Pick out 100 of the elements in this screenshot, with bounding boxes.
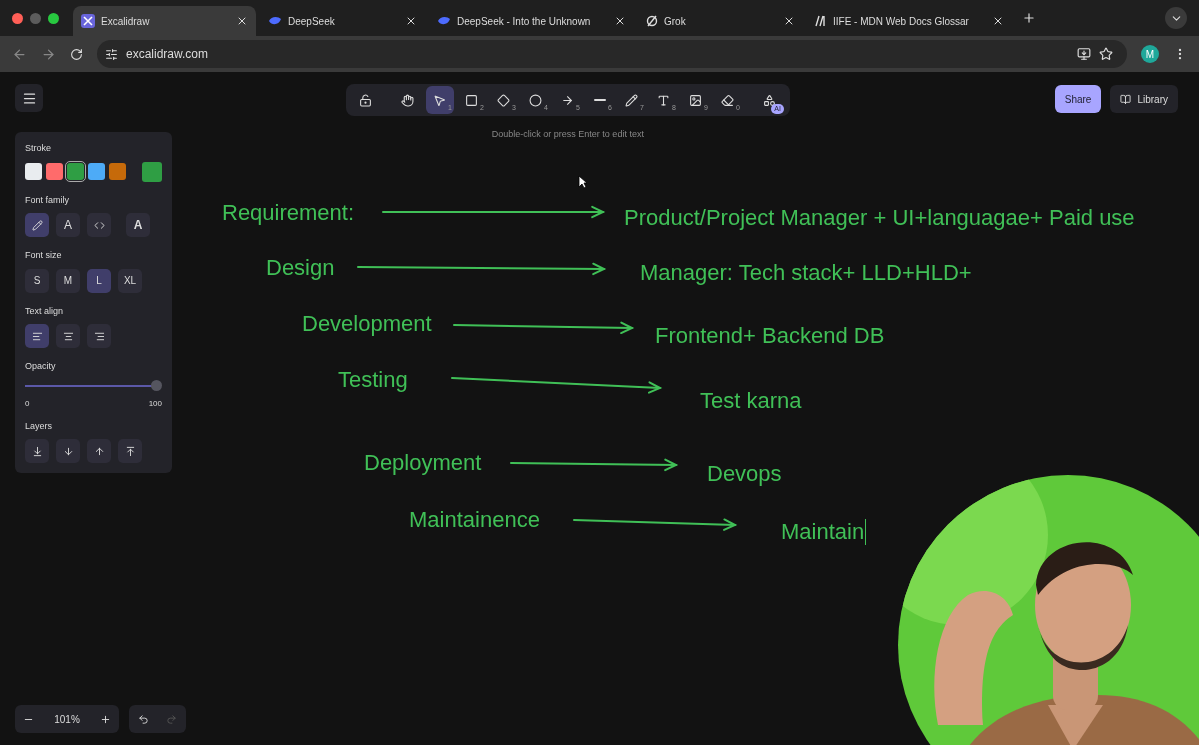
bookmark-icon[interactable]	[1099, 47, 1113, 61]
tab-title: DeepSeek - Into the Unknown	[457, 14, 592, 29]
close-window-button[interactable]	[12, 12, 23, 24]
zoom-level[interactable]: 101%	[54, 711, 80, 727]
slider-thumb[interactable]	[151, 380, 162, 391]
site-settings-icon[interactable]	[105, 47, 118, 61]
rectangle-icon	[465, 93, 479, 107]
handwritten-label: Development	[302, 311, 432, 337]
browser-tab[interactable]: IIFE - MDN Web Docs Glossar	[807, 6, 1012, 36]
opacity-slider[interactable]	[25, 379, 162, 392]
forward-icon	[93, 445, 105, 457]
undo-icon[interactable]	[137, 713, 149, 725]
section-title: Opacity	[25, 360, 57, 373]
mdn-logo-icon	[815, 15, 827, 27]
font-size-option[interactable]: S	[25, 268, 49, 293]
layer-button[interactable]	[25, 439, 49, 463]
share-button[interactable]: Share	[1054, 85, 1102, 113]
layer-button[interactable]	[87, 439, 111, 463]
select-icon	[433, 93, 447, 107]
line-icon	[593, 99, 606, 101]
layer-button[interactable]	[56, 439, 80, 463]
layer-button[interactable]	[118, 439, 142, 463]
browser-tab[interactable]: Grok	[638, 6, 803, 36]
section-title: Font size	[25, 249, 63, 262]
font-size-option[interactable]: L	[87, 268, 111, 293]
font-option[interactable]: A	[126, 213, 150, 237]
handwritten-label: Deployment	[364, 450, 482, 476]
handwritten-text: Frontend+ Backend DB	[655, 323, 885, 349]
font-option[interactable]	[25, 213, 49, 237]
section-title: Stroke	[25, 142, 52, 155]
tab-title: DeepSeek	[288, 14, 336, 29]
browser-tab[interactable]: Excalidraw	[73, 6, 256, 36]
browser-tab[interactable]: DeepSeek - Into the Unknown	[429, 6, 634, 36]
tab-title: Grok	[664, 14, 687, 29]
maximize-window-button[interactable]	[48, 12, 59, 24]
slider-min-label: 0	[25, 397, 30, 410]
main-menu-button[interactable]	[15, 84, 43, 112]
color-swatch[interactable]	[88, 163, 105, 180]
arrow-icon	[561, 93, 575, 107]
slider-max-label: 100	[148, 397, 162, 410]
tab-title: Excalidraw	[101, 14, 151, 29]
handwritten-label: Maintainence	[409, 507, 540, 533]
handwritten-text: Manager: Tech stack+ LLD+HLD+	[640, 260, 972, 286]
handwritten-text: Test karna	[700, 388, 802, 414]
align-left-icon	[31, 330, 43, 342]
close-tab-icon[interactable]	[405, 15, 417, 27]
handwritten-text: Devops	[707, 461, 782, 487]
whale-icon	[268, 15, 282, 27]
new-tab-icon[interactable]	[1022, 11, 1036, 25]
align-option[interactable]	[25, 324, 49, 348]
close-tab-icon[interactable]	[614, 15, 626, 27]
close-tab-icon[interactable]	[783, 15, 795, 27]
font-size-option[interactable]: M	[56, 268, 80, 293]
diamond-icon	[497, 93, 511, 107]
align-option[interactable]	[87, 324, 111, 348]
grok-logo-icon	[646, 15, 658, 27]
section-title: Layers	[25, 419, 53, 433]
font-option[interactable]: A	[56, 213, 80, 237]
whale-icon	[437, 15, 451, 27]
zoom-in-icon[interactable]	[100, 713, 111, 725]
mouse-pointer-icon	[578, 175, 588, 189]
close-tab-icon[interactable]	[236, 15, 248, 27]
align-option[interactable]	[56, 324, 80, 348]
book-icon	[1120, 93, 1132, 105]
back-icon[interactable]	[12, 46, 27, 62]
to-front-icon	[124, 445, 136, 457]
align-center-icon	[62, 330, 74, 342]
to-back-icon	[31, 445, 43, 457]
menu-icon	[21, 90, 37, 106]
image-icon	[689, 93, 703, 107]
handwritten-label: Testing	[338, 367, 408, 393]
draw-icon	[625, 93, 639, 107]
close-tab-icon[interactable]	[992, 15, 1004, 27]
color-swatch[interactable]	[46, 163, 63, 180]
code-icon	[93, 219, 105, 231]
font-size-option[interactable]: XL	[118, 268, 142, 293]
eraser-icon	[721, 93, 735, 107]
text-icon	[657, 93, 671, 107]
install-app-icon[interactable]	[1077, 47, 1091, 61]
tab-title: IIFE - MDN Web Docs Glossar	[833, 14, 970, 29]
browser-tab[interactable]: DeepSeek	[260, 6, 425, 36]
current-color-swatch[interactable]	[142, 161, 162, 182]
pencil-icon	[31, 219, 43, 231]
ellipse-icon	[529, 93, 543, 107]
font-option[interactable]	[87, 213, 111, 237]
reload-icon[interactable]	[70, 47, 83, 61]
library-button[interactable]: Library	[1110, 85, 1178, 113]
forward-icon[interactable]	[41, 46, 56, 62]
url-text: excalidraw.com	[126, 46, 209, 63]
address-bar[interactable]: excalidraw.com	[97, 40, 1127, 68]
handwritten-text: Product/Project Manager + UI+languagae+ Paid use	[624, 205, 1135, 231]
color-swatch[interactable]	[67, 163, 84, 180]
hint-text: Double-click or press Enter to edit text	[491, 128, 644, 141]
tab-search-button[interactable]	[1165, 7, 1187, 29]
app-logo-icon	[81, 14, 95, 28]
color-swatch[interactable]	[25, 163, 42, 180]
minimize-window-button[interactable]	[30, 12, 41, 24]
color-swatch[interactable]	[109, 163, 126, 180]
backward-icon	[62, 445, 74, 457]
hand-icon	[401, 93, 415, 107]
